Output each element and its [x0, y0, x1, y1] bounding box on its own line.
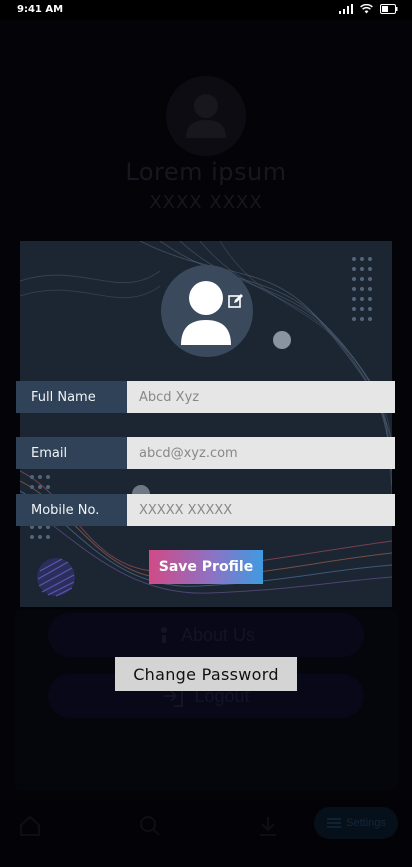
change-password-button[interactable]: Change Password: [115, 657, 297, 691]
email-input[interactable]: abcd@xyz.com: [127, 437, 395, 469]
settings-label: Settings: [346, 817, 386, 829]
email-label: Email: [16, 437, 135, 469]
about-us-button[interactable]: About Us: [48, 613, 364, 657]
profile-avatar[interactable]: [161, 265, 253, 357]
profile-name: Lorem ipsum: [125, 158, 287, 186]
settings-tab[interactable]: Settings: [314, 807, 398, 839]
sliders-icon: [327, 818, 342, 828]
search-icon[interactable]: [138, 814, 162, 838]
mobile-label: Mobile No.: [16, 494, 135, 526]
battery-icon: [380, 4, 398, 14]
signal-icon: [339, 4, 353, 14]
full-name-input[interactable]: Abcd Xyz: [127, 381, 395, 413]
wifi-icon: [360, 4, 373, 14]
status-time: 9:41 AM: [17, 4, 64, 15]
status-icons: [339, 4, 398, 14]
mobile-input[interactable]: XXXXX XXXXX: [127, 494, 395, 526]
background-avatar: [166, 76, 246, 156]
user-icon: [181, 281, 231, 345]
status-bar: 9:41 AM: [0, 0, 412, 20]
bottom-nav: Settings: [0, 800, 412, 867]
full-name-label: Full Name: [16, 381, 135, 413]
info-icon: [160, 627, 167, 643]
save-profile-button[interactable]: Save Profile: [149, 550, 263, 584]
home-icon[interactable]: [18, 814, 42, 838]
profile-subtitle: XXXX XXXX: [149, 192, 263, 213]
decor-dot: [273, 331, 291, 349]
user-icon: [186, 94, 226, 138]
about-us-label: About Us: [180, 624, 256, 645]
download-icon[interactable]: [256, 814, 280, 838]
edit-icon[interactable]: [228, 293, 244, 309]
